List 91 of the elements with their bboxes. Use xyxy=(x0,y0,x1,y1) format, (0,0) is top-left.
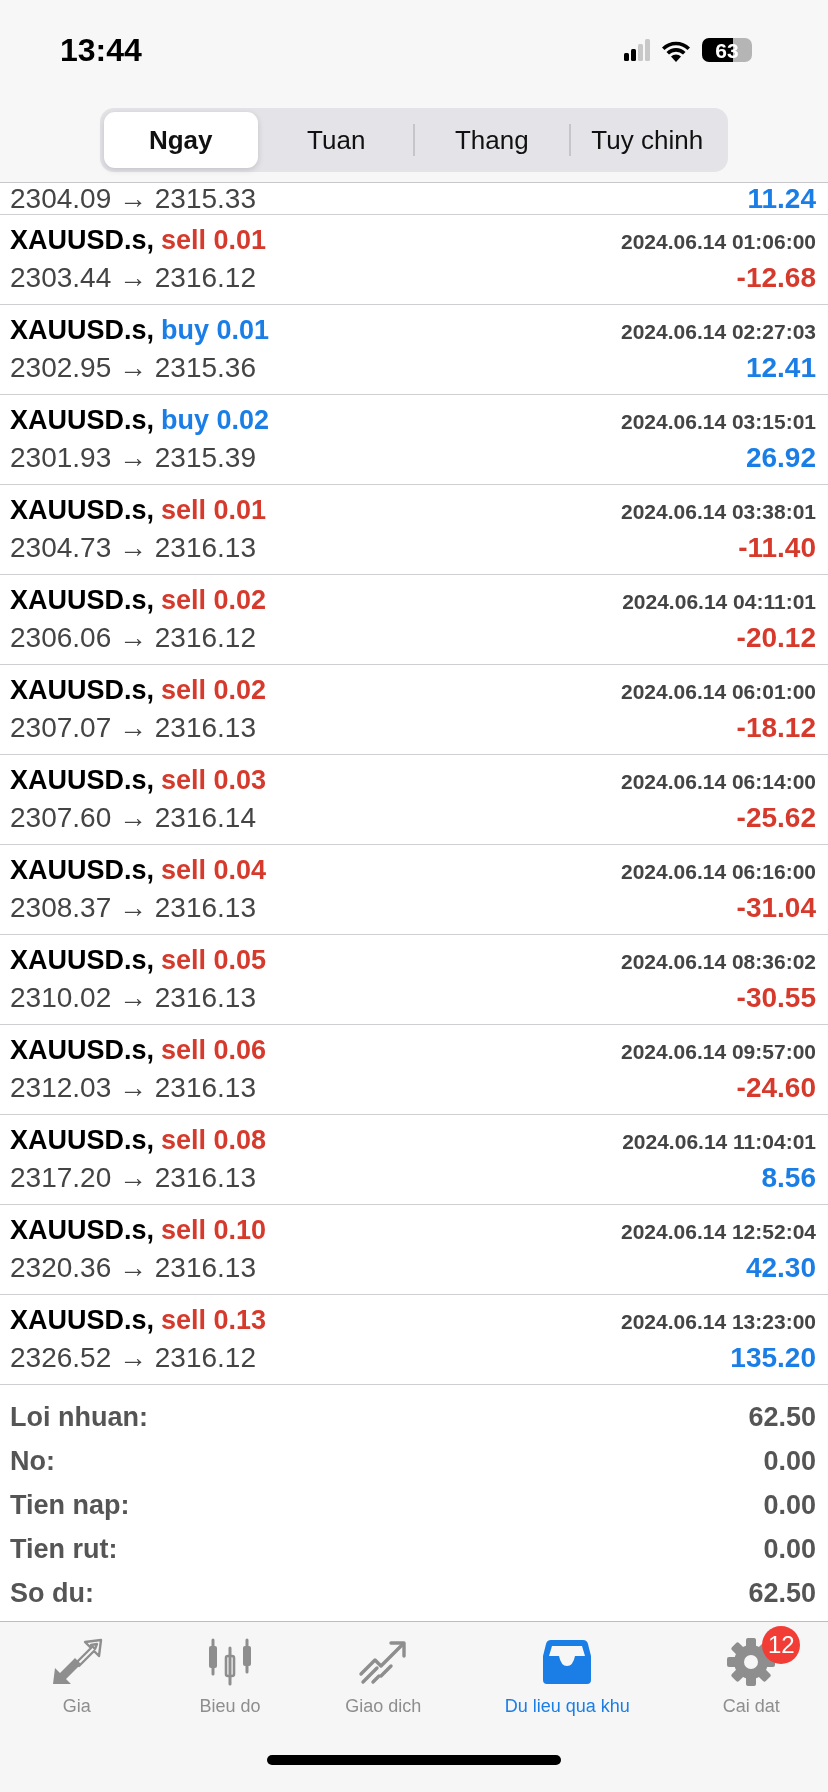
period-tab[interactable]: Tuan xyxy=(259,112,413,168)
trade-type: sell 0.01 xyxy=(161,225,267,256)
symbol-label: XAUUSD.s, xyxy=(10,405,155,436)
deal-time: 2024.06.14 04:11:01 xyxy=(622,590,816,614)
deal-time: 2024.06.14 03:38:01 xyxy=(621,500,816,524)
profit-value: 11.24 xyxy=(747,184,816,214)
profit-value: 8.56 xyxy=(761,1162,816,1194)
deal-time: 2024.06.14 11:04:01 xyxy=(622,1130,816,1154)
profit-value: 12.41 xyxy=(745,352,816,384)
deal-time: 2024.06.14 03:15:01 xyxy=(621,410,816,434)
summary-value: 0.00 xyxy=(763,1489,816,1521)
deal-time: 2024.06.14 12:52:04 xyxy=(621,1220,816,1244)
symbol-label: XAUUSD.s, xyxy=(10,585,155,616)
period-tab[interactable]: Ngay xyxy=(104,112,258,168)
tab-bar-item[interactable]: Du lieu qua khu xyxy=(460,1622,675,1717)
price-range: 2307.60 → 2316.14 xyxy=(10,802,256,834)
summary-value: 62.50 xyxy=(748,1577,816,1609)
inbox-tray-icon xyxy=(541,1638,594,1686)
tab-bar-item[interactable]: Giao dich xyxy=(306,1622,460,1717)
profit-value: -24.60 xyxy=(736,1072,816,1104)
summary-value: 0.00 xyxy=(763,1445,816,1477)
summary-label: Tien nap: xyxy=(10,1489,130,1521)
deal-time: 2024.06.14 02:27:03 xyxy=(621,320,816,344)
summary-value: 0.00 xyxy=(763,1533,816,1565)
price-range: 2301.93 → 2315.39 xyxy=(10,442,256,474)
summary-label: No: xyxy=(10,1445,55,1477)
price-range: 2304.73 → 2316.13 xyxy=(10,532,256,564)
trade-type: sell 0.03 xyxy=(161,765,267,796)
profit-value: -12.68 xyxy=(736,262,816,294)
price-range: 2306.06 → 2316.12 xyxy=(10,622,256,654)
symbol-label: XAUUSD.s, xyxy=(10,675,155,706)
price-range: 2307.07 → 2316.13 xyxy=(10,712,256,744)
tab-bar-item[interactable]: 12 Cai dat xyxy=(674,1622,828,1717)
profit-value: 26.92 xyxy=(745,442,816,474)
symbol-label: XAUUSD.s, xyxy=(10,495,155,526)
profit-value: -30.55 xyxy=(736,982,816,1014)
deal-time: 2024.06.14 06:14:00 xyxy=(621,770,816,794)
period-tab[interactable]: Tuy chinh xyxy=(570,112,724,168)
profit-value: -18.12 xyxy=(736,712,816,744)
profit-value: -25.62 xyxy=(736,802,816,834)
price-range: 2302.95 → 2315.36 xyxy=(10,352,256,384)
signal-icon xyxy=(624,39,650,61)
price-range: 2303.44 → 2316.12 xyxy=(10,262,256,294)
trade-type: sell 0.01 xyxy=(161,495,267,526)
deal-time: 2024.06.14 13:23:00 xyxy=(621,1310,816,1334)
trade-type: buy 0.01 xyxy=(161,315,270,346)
symbol-label: XAUUSD.s, xyxy=(10,855,155,886)
price-range: 2317.20 → 2316.13 xyxy=(10,1162,256,1194)
summary-label: So du: xyxy=(10,1577,94,1609)
symbol-label: XAUUSD.s, xyxy=(10,1035,155,1066)
trade-type: sell 0.06 xyxy=(161,1035,267,1066)
symbol-label: XAUUSD.s, xyxy=(10,1125,155,1156)
period-tab[interactable]: Thang xyxy=(415,112,569,168)
profit-value: 42.30 xyxy=(745,1252,816,1284)
symbol-label: XAUUSD.s, xyxy=(10,765,155,796)
diagonal-arrows-icon xyxy=(50,1638,103,1686)
tab-bar-item[interactable]: Bieu do xyxy=(153,1622,307,1717)
notification-badge: 12 xyxy=(762,1626,801,1664)
profit-value: -20.12 xyxy=(736,622,816,654)
summary-label: Tien rut: xyxy=(10,1533,118,1565)
deal-time: 2024.06.14 06:16:00 xyxy=(621,860,816,884)
profit-value: -31.04 xyxy=(736,892,816,924)
profit-value: 135.20 xyxy=(730,1342,816,1374)
price-range: 2304.09 → 2315.33 xyxy=(10,184,256,214)
trade-type: sell 0.13 xyxy=(161,1305,267,1336)
price-range: 2312.03 → 2316.13 xyxy=(10,1072,256,1104)
profit-value: -11.40 xyxy=(738,532,816,564)
tab-bar-item[interactable]: Gia xyxy=(0,1622,154,1717)
status-time: 13:44 xyxy=(60,31,142,69)
price-range: 2308.37 → 2316.13 xyxy=(10,892,256,924)
symbol-label: XAUUSD.s, xyxy=(10,225,155,256)
symbol-label: XAUUSD.s, xyxy=(10,945,155,976)
trade-type: sell 0.02 xyxy=(161,675,267,706)
trade-type: sell 0.02 xyxy=(161,585,267,616)
trade-type: sell 0.05 xyxy=(161,945,267,976)
symbol-label: XAUUSD.s, xyxy=(10,1305,155,1336)
trade-type: sell 0.08 xyxy=(161,1125,267,1156)
summary-label: Loi nhuan: xyxy=(10,1401,148,1433)
deal-time: 2024.06.14 09:57:00 xyxy=(621,1040,816,1064)
trade-type: sell 0.04 xyxy=(161,855,267,886)
trade-type: buy 0.02 xyxy=(161,405,270,436)
deal-time: 2024.06.14 01:06:00 xyxy=(621,230,816,254)
price-range: 2320.36 → 2316.13 xyxy=(10,1252,256,1284)
deal-time: 2024.06.14 06:01:00 xyxy=(621,680,816,704)
summary-value: 62.50 xyxy=(748,1401,816,1433)
symbol-label: XAUUSD.s, xyxy=(10,1215,155,1246)
deal-time: 2024.06.14 08:36:02 xyxy=(621,950,816,974)
trade-type: sell 0.10 xyxy=(161,1215,267,1246)
symbol-label: XAUUSD.s, xyxy=(10,315,155,346)
price-range: 2310.02 → 2316.13 xyxy=(10,982,256,1014)
price-range: 2326.52 → 2316.12 xyxy=(10,1342,256,1374)
